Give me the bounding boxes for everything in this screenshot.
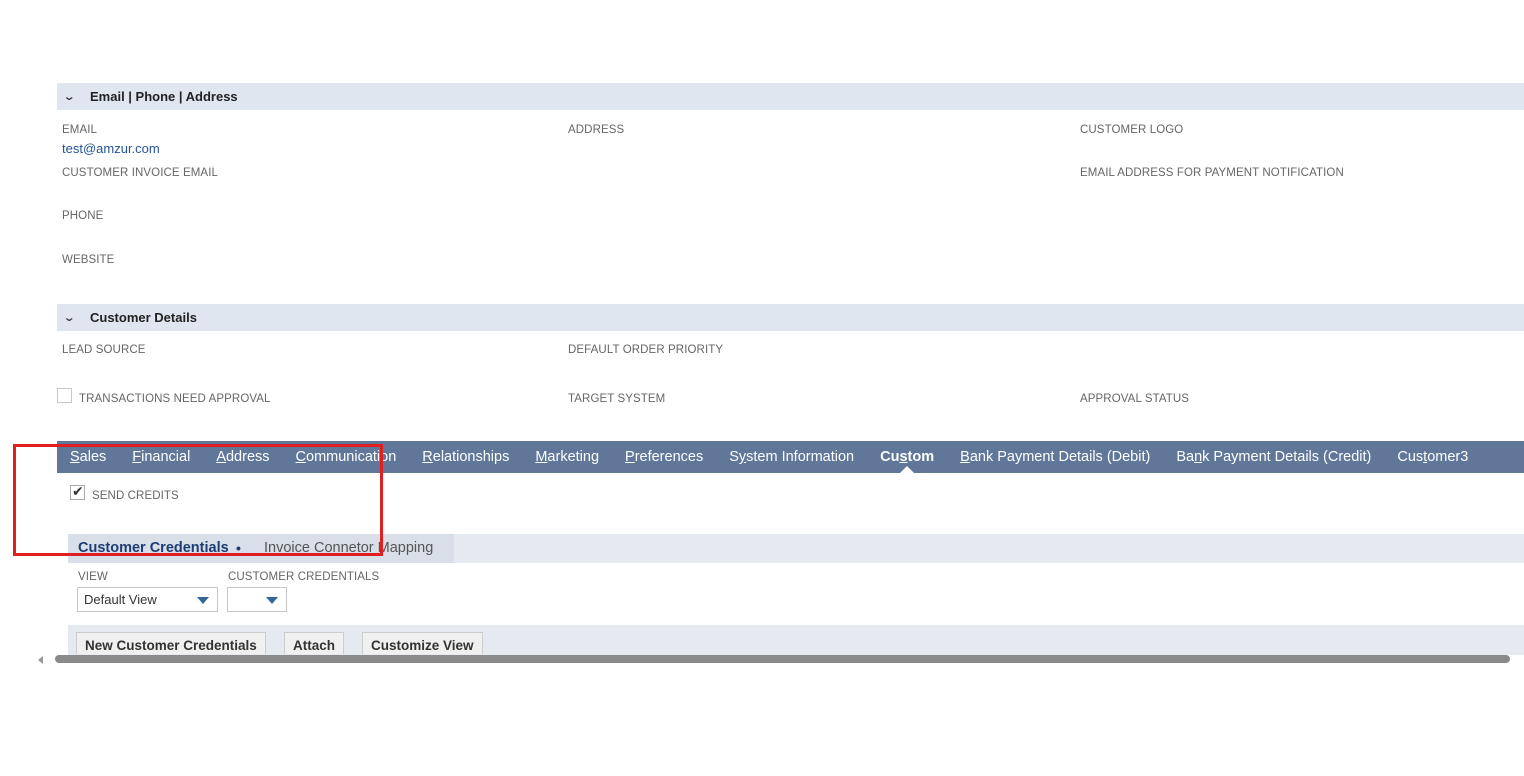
transactions-need-approval-label: TRANSACTIONS NEED APPROVAL — [79, 393, 271, 405]
chevron-down-icon[interactable]: ⌄ — [63, 90, 85, 103]
tab-label-accesskey: B — [960, 449, 970, 465]
tab-preferences[interactable]: Preferences — [612, 441, 716, 473]
website-label: WEBSITE — [62, 254, 115, 266]
tab-label-accesskey: n — [1194, 449, 1203, 465]
attach-button[interactable]: Attach — [284, 632, 345, 654]
email-value-link[interactable]: test@amzur.com — [62, 141, 160, 156]
arrow-left-icon[interactable] — [38, 656, 43, 664]
email-label: EMAIL — [62, 124, 98, 136]
tab-label-part: stem Information — [746, 449, 855, 465]
tab-relationships[interactable]: Relationships — [409, 441, 522, 473]
tab-label-part: Cus — [1397, 449, 1424, 465]
lead-source-label: LEAD SOURCE — [62, 344, 146, 356]
caret-down-icon — [266, 597, 278, 604]
tab-label-part: arketing — [547, 449, 600, 465]
tab-label-part: k Payment Details (Credit) — [1202, 449, 1372, 465]
tab-label-part: references — [634, 449, 704, 465]
highlight-annotation-box — [13, 444, 383, 556]
tab-label-accesskey: R — [422, 449, 433, 465]
tab-marketing[interactable]: Marketing — [522, 441, 612, 473]
tab-label-part: S — [729, 449, 739, 465]
customer-invoice-email-label: CUSTOMER INVOICE EMAIL — [62, 167, 218, 179]
tab-label-part: omer3 — [1427, 449, 1469, 465]
customize-view-button[interactable]: Customize View — [362, 632, 483, 654]
payment-notification-email-label: EMAIL ADDRESS FOR PAYMENT NOTIFICATION — [1080, 167, 1344, 179]
tab-label-part: Ba — [1176, 449, 1195, 465]
section-title-contact: Email | Phone | Address — [90, 89, 238, 104]
tab-label-accesskey: s — [899, 449, 908, 465]
caret-down-icon — [197, 597, 209, 604]
tab-label-part: elationships — [432, 449, 510, 465]
customer-credentials-select[interactable] — [227, 587, 287, 612]
tab-label-accesskey: P — [625, 449, 635, 465]
default-order-priority-label: DEFAULT ORDER PRIORITY — [568, 344, 724, 356]
tab-custom[interactable]: Custom — [867, 441, 947, 473]
tab-label-accesskey: M — [535, 449, 548, 465]
transactions-need-approval-checkbox[interactable] — [57, 388, 72, 403]
customer-logo-label: CUSTOMER LOGO — [1080, 124, 1184, 136]
chevron-down-icon[interactable]: ⌄ — [63, 311, 85, 324]
approval-status-label: APPROVAL STATUS — [1080, 393, 1190, 405]
view-select[interactable]: Default View — [77, 587, 218, 612]
section-title-customer-details: Customer Details — [90, 310, 197, 325]
tab-label-part: Cu — [880, 449, 900, 465]
tab-system-information[interactable]: System Information — [716, 441, 867, 473]
view-select-value: Default View — [84, 592, 157, 607]
scrollbar-thumb[interactable] — [55, 655, 1510, 663]
section-header-contact[interactable]: ⌄ Email | Phone | Address — [57, 83, 1524, 110]
horizontal-scrollbar[interactable] — [38, 654, 1524, 666]
view-label: VIEW — [78, 571, 108, 583]
customer-record-page: ⌄ Email | Phone | Address EMAIL test@amz… — [0, 0, 1524, 776]
address-label: ADDRESS — [568, 124, 625, 136]
tab-label-part: tom — [907, 449, 935, 465]
section-header-customer-details[interactable]: ⌄ Customer Details — [57, 304, 1524, 331]
tab-bank-payment-details-credit[interactable]: Bank Payment Details (Credit) — [1163, 441, 1384, 473]
tab-customer3[interactable]: Customer3 — [1384, 441, 1481, 473]
new-customer-credentials-button[interactable]: New Customer Credentials — [76, 632, 266, 654]
target-system-label: TARGET SYSTEM — [568, 393, 666, 405]
customer-credentials-filter-label: CUSTOMER CREDENTIALS — [228, 571, 380, 583]
tab-bank-payment-details-debit[interactable]: Bank Payment Details (Debit) — [947, 441, 1163, 473]
phone-label: PHONE — [62, 210, 104, 222]
tab-label-part: ank Payment Details (Debit) — [969, 449, 1151, 465]
